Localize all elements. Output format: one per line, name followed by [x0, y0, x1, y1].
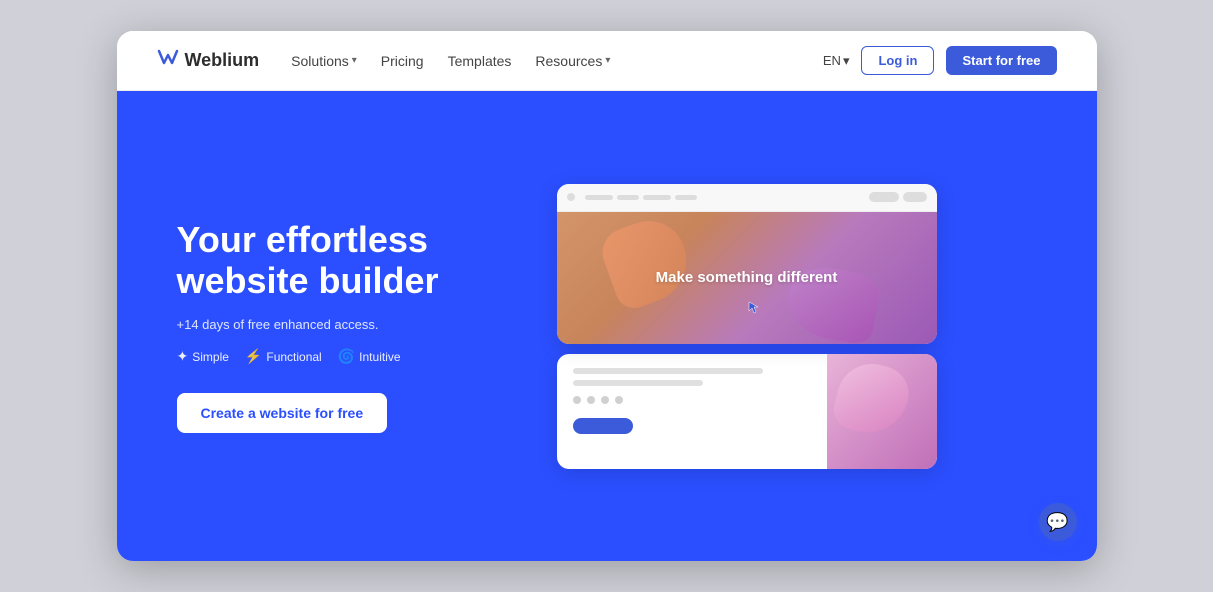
content-line-1 [573, 368, 763, 374]
preview-header [557, 184, 937, 212]
preview-card-bottom [557, 354, 937, 469]
logo-icon [157, 49, 179, 72]
preview-dot [567, 193, 575, 201]
logo[interactable]: Weblium [157, 49, 260, 72]
nav-solutions[interactable]: Solutions ▾ [291, 53, 357, 69]
hero-title: Your effortless website builder [177, 219, 537, 302]
navbar: Weblium Solutions ▾ Pricing Templates Re… [117, 31, 1097, 91]
nav-resources[interactable]: Resources ▾ [535, 53, 610, 69]
chat-icon: 💬 [1046, 512, 1068, 533]
tab-bar-3 [643, 195, 671, 200]
badge-intuitive: 🌀 Intuitive [338, 348, 401, 365]
hero-left: Your effortless website builder +14 days… [177, 219, 537, 434]
small-dot-1 [573, 396, 581, 404]
lang-chevron-icon: ▾ [843, 53, 850, 69]
simple-icon: ✦ [177, 348, 189, 365]
hero-subtitle: +14 days of free enhanced access. [177, 317, 537, 332]
tab-pill-1 [869, 192, 899, 202]
small-dot-4 [615, 396, 623, 404]
tab-pill-2 [903, 192, 927, 202]
language-selector[interactable]: EN ▾ [823, 53, 850, 69]
hero-preview: Make something different [557, 184, 937, 469]
intuitive-icon: 🌀 [338, 348, 355, 365]
content-line-2 [573, 380, 704, 386]
hero-section: Your effortless website builder +14 days… [117, 91, 1097, 561]
badge-simple: ✦ Simple [177, 348, 229, 365]
nav-right: EN ▾ Log in Start for free [823, 46, 1057, 75]
tab-bar-right [869, 192, 927, 202]
small-dot-3 [601, 396, 609, 404]
preview-bottom-right [827, 354, 937, 469]
blob-3 [829, 356, 915, 442]
logo-text: Weblium [185, 50, 260, 71]
tab-bar-1 [585, 195, 613, 200]
cursor-icon [747, 300, 761, 314]
start-button[interactable]: Start for free [946, 46, 1056, 75]
preview-card-top: Make something different [557, 184, 937, 344]
tab-bar-4 [675, 195, 697, 200]
small-dot-2 [587, 396, 595, 404]
preview-top-content: Make something different [557, 212, 937, 344]
dots-row [573, 396, 811, 404]
nav-templates[interactable]: Templates [448, 53, 512, 69]
chat-button[interactable]: 💬 [1039, 503, 1077, 541]
tab-bar-2 [617, 195, 639, 200]
blue-pill-button [573, 418, 633, 434]
functional-icon: ⚡ [245, 348, 262, 365]
tab-bars [585, 195, 697, 200]
badge-functional: ⚡ Functional [245, 348, 322, 365]
cta-button[interactable]: Create a website for free [177, 393, 388, 433]
preview-bottom-left [557, 354, 827, 469]
solutions-chevron-icon: ▾ [352, 55, 357, 66]
nav-links: Solutions ▾ Pricing Templates Resources … [291, 53, 791, 69]
resources-chevron-icon: ▾ [605, 55, 610, 66]
blob-1 [595, 210, 698, 313]
preview-headline: Make something different [656, 269, 838, 286]
login-button[interactable]: Log in [861, 46, 934, 75]
hero-badges: ✦ Simple ⚡ Functional 🌀 Intuitive [177, 348, 537, 365]
nav-pricing[interactable]: Pricing [381, 53, 424, 69]
browser-frame: Weblium Solutions ▾ Pricing Templates Re… [117, 31, 1097, 561]
